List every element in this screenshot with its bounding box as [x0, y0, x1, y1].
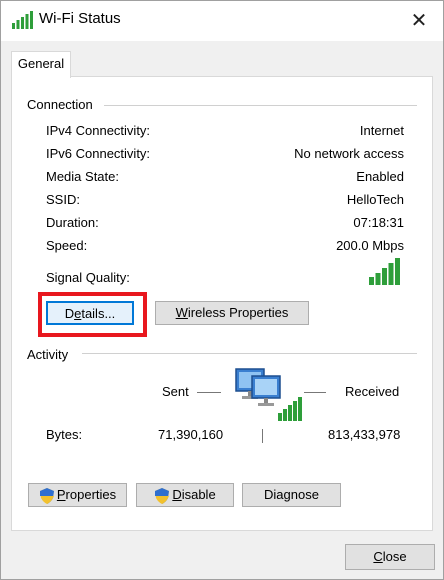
disable-button[interactable]: Disable — [136, 483, 234, 507]
wireless-properties-button[interactable]: Wireless Properties — [155, 301, 309, 325]
uac-shield-icon — [39, 487, 54, 504]
duration-label: Duration: — [46, 215, 99, 230]
tab-general[interactable]: General — [11, 51, 71, 78]
speed-value: 200.0 Mbps — [336, 238, 404, 253]
ipv6-value: No network access — [294, 146, 404, 161]
sent-label: Sent — [162, 384, 189, 399]
connection-heading: Connection — [27, 97, 93, 112]
title-bar: Wi-Fi Status ✕ — [1, 1, 443, 41]
bytes-received-value: 813,433,978 — [328, 427, 401, 442]
bytes-label: Bytes: — [46, 427, 83, 442]
close-button[interactable]: Close — [345, 544, 435, 570]
ipv6-label: IPv6 Connectivity: — [46, 146, 151, 161]
activity-heading: Activity — [27, 347, 69, 362]
media-state-label: Media State: — [46, 169, 119, 184]
dialog-footer: Close — [1, 531, 443, 579]
connection-divider — [104, 105, 417, 106]
sent-connector — [197, 392, 221, 393]
wifi-signal-icon — [12, 11, 33, 29]
signal-quality-icon — [369, 258, 400, 285]
ipv4-value: Internet — [359, 123, 404, 138]
activity-divider — [82, 353, 417, 354]
duration-value: 07:18:31 — [353, 215, 404, 230]
uac-shield-icon — [155, 487, 170, 504]
close-icon[interactable]: ✕ — [405, 7, 433, 35]
window-title: Wi-Fi Status — [39, 10, 121, 27]
speed-label: Speed: — [46, 238, 88, 253]
signal-quality-label: Signal Quality: — [46, 270, 130, 285]
network-computers-icon — [235, 368, 302, 421]
bytes-sent-value: 71,390,160 — [158, 427, 224, 442]
bytes-divider — [262, 429, 263, 443]
details-highlight-box — [38, 292, 147, 337]
diagnose-button[interactable]: Diagnose — [242, 483, 341, 507]
ssid-value: HelloTech — [346, 192, 404, 207]
media-state-value: Enabled — [356, 169, 404, 184]
wifi-status-dialog: Wi-Fi Status ✕ General Connection IPv4 C… — [0, 0, 444, 580]
ipv4-label: IPv4 Connectivity: — [46, 123, 151, 138]
received-label: Received — [345, 384, 400, 399]
ssid-label: SSID: — [46, 192, 80, 207]
received-connector — [304, 392, 326, 393]
properties-button[interactable]: Properties — [28, 483, 127, 507]
